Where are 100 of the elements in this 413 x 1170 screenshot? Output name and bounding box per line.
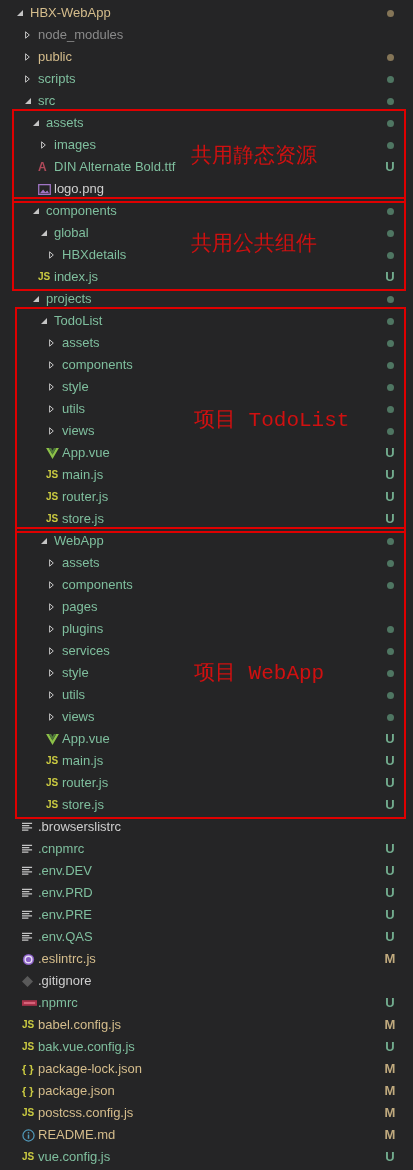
folder-name[interactable]: global: [54, 223, 89, 243]
file-name[interactable]: .env.PRD: [38, 883, 93, 903]
collapsed-arrow-icon[interactable]: [41, 141, 46, 149]
collapsed-arrow-icon[interactable]: [49, 361, 54, 369]
js-icon: JS: [38, 272, 51, 282]
folder-name[interactable]: plugins: [62, 619, 104, 639]
git-status-letter: U: [385, 928, 395, 947]
expanded-arrow-icon[interactable]: [41, 538, 47, 544]
collapsed-arrow-icon[interactable]: [49, 713, 54, 721]
file-name[interactable]: store.js: [62, 795, 104, 815]
git-status-letter: U: [385, 752, 395, 771]
folder-name[interactable]: HBXdetails: [62, 245, 127, 265]
folder-name[interactable]: src: [38, 91, 56, 111]
file-name[interactable]: postcss.config.js: [38, 1103, 134, 1123]
collapsed-arrow-icon[interactable]: [25, 53, 30, 61]
expanded-arrow-icon[interactable]: [41, 230, 47, 236]
file-name[interactable]: vue.config.js: [38, 1147, 111, 1167]
folder-name[interactable]: WebApp: [54, 531, 104, 551]
git-status-letter: U: [385, 158, 395, 177]
image-icon: [38, 183, 51, 195]
file-name[interactable]: .cnpmrc: [38, 839, 85, 859]
file-name[interactable]: .npmrc: [38, 993, 78, 1013]
git-status-letter: U: [385, 730, 395, 749]
git-status-letter: U: [385, 488, 395, 507]
folder-name[interactable]: assets: [46, 113, 84, 133]
collapsed-arrow-icon[interactable]: [25, 31, 30, 39]
expanded-arrow-icon[interactable]: [33, 120, 39, 126]
folder-name[interactable]: assets: [62, 333, 100, 353]
expanded-arrow-icon[interactable]: [41, 318, 47, 324]
annotation-label: 共用静态资源: [191, 145, 317, 167]
folder-name[interactable]: views: [62, 421, 95, 441]
file-name[interactable]: router.js: [62, 487, 109, 507]
folder-name[interactable]: pages: [62, 597, 98, 617]
collapsed-arrow-icon[interactable]: [49, 625, 54, 633]
folder-name[interactable]: assets: [62, 553, 100, 573]
file-name[interactable]: .eslintrc.js: [38, 949, 96, 969]
file-name[interactable]: README.md: [38, 1125, 116, 1145]
folder-name[interactable]: HBX-WebApp: [30, 3, 111, 23]
folder-name[interactable]: projects: [46, 289, 92, 309]
folder-name[interactable]: public: [38, 47, 72, 67]
git-status-letter: U: [385, 444, 395, 463]
collapsed-arrow-icon[interactable]: [49, 691, 54, 699]
collapsed-arrow-icon[interactable]: [49, 339, 54, 347]
file-name[interactable]: .env.DEV: [38, 861, 92, 881]
folder-name[interactable]: node_modules: [38, 25, 124, 45]
folder-name[interactable]: images: [54, 135, 96, 155]
file-name[interactable]: App.vue: [62, 729, 110, 749]
folder-name[interactable]: components: [62, 575, 133, 595]
expanded-arrow-icon[interactable]: [17, 10, 23, 16]
folder-name[interactable]: components: [46, 201, 117, 221]
expanded-arrow-icon[interactable]: [25, 98, 31, 104]
file-name[interactable]: .browserslistrc: [38, 817, 122, 837]
file-name[interactable]: App.vue: [62, 443, 110, 463]
collapsed-arrow-icon[interactable]: [49, 559, 54, 567]
collapsed-arrow-icon[interactable]: [49, 427, 54, 435]
file-name[interactable]: .env.PRE: [38, 905, 92, 925]
js-icon: JS: [46, 514, 59, 524]
git-status-letter: U: [385, 906, 395, 925]
braces-icon: { }: [22, 1085, 34, 1097]
file-name[interactable]: babel.config.js: [38, 1015, 122, 1035]
folder-name[interactable]: components: [62, 355, 133, 375]
js-icon: JS: [22, 1152, 35, 1162]
expanded-arrow-icon[interactable]: [33, 208, 39, 214]
file-name[interactable]: package-lock.json: [38, 1059, 143, 1079]
collapsed-arrow-icon[interactable]: [49, 251, 54, 259]
folder-name[interactable]: style: [62, 663, 89, 683]
file-name[interactable]: main.js: [62, 751, 104, 771]
folder-name[interactable]: services: [62, 641, 110, 661]
git-status-letter: U: [385, 1148, 395, 1167]
git-status-letter: M: [384, 1104, 396, 1123]
file-name[interactable]: router.js: [62, 773, 109, 793]
collapsed-arrow-icon[interactable]: [49, 581, 54, 589]
file-name[interactable]: logo.png: [54, 179, 104, 199]
file-name[interactable]: index.js: [54, 267, 99, 287]
lines-icon: [22, 932, 33, 942]
folder-name[interactable]: style: [62, 377, 89, 397]
collapsed-arrow-icon[interactable]: [49, 669, 54, 677]
js-icon: JS: [46, 800, 59, 810]
folder-name[interactable]: TodoList: [54, 311, 103, 331]
folder-name[interactable]: utils: [62, 685, 86, 705]
collapsed-arrow-icon[interactable]: [49, 647, 54, 655]
js-icon: JS: [46, 470, 59, 480]
collapsed-arrow-icon[interactable]: [49, 603, 54, 611]
file-name[interactable]: store.js: [62, 509, 104, 529]
file-name[interactable]: .env.QAS: [38, 927, 93, 947]
file-name[interactable]: package.json: [38, 1081, 115, 1101]
folder-name[interactable]: scripts: [38, 69, 76, 89]
diamond-icon: [22, 975, 33, 987]
file-name[interactable]: main.js: [62, 465, 104, 485]
folder-name[interactable]: utils: [62, 399, 86, 419]
git-status-letter: U: [385, 994, 395, 1013]
collapsed-arrow-icon[interactable]: [49, 383, 54, 391]
folder-name[interactable]: views: [62, 707, 95, 727]
file-name[interactable]: DIN Alternate Bold.ttf: [54, 157, 176, 177]
expanded-arrow-icon[interactable]: [33, 296, 39, 302]
file-name[interactable]: .gitignore: [38, 971, 92, 991]
collapsed-arrow-icon[interactable]: [25, 75, 30, 83]
file-name[interactable]: bak.vue.config.js: [38, 1037, 135, 1057]
collapsed-arrow-icon[interactable]: [49, 405, 54, 413]
git-status-letter: U: [385, 466, 395, 485]
